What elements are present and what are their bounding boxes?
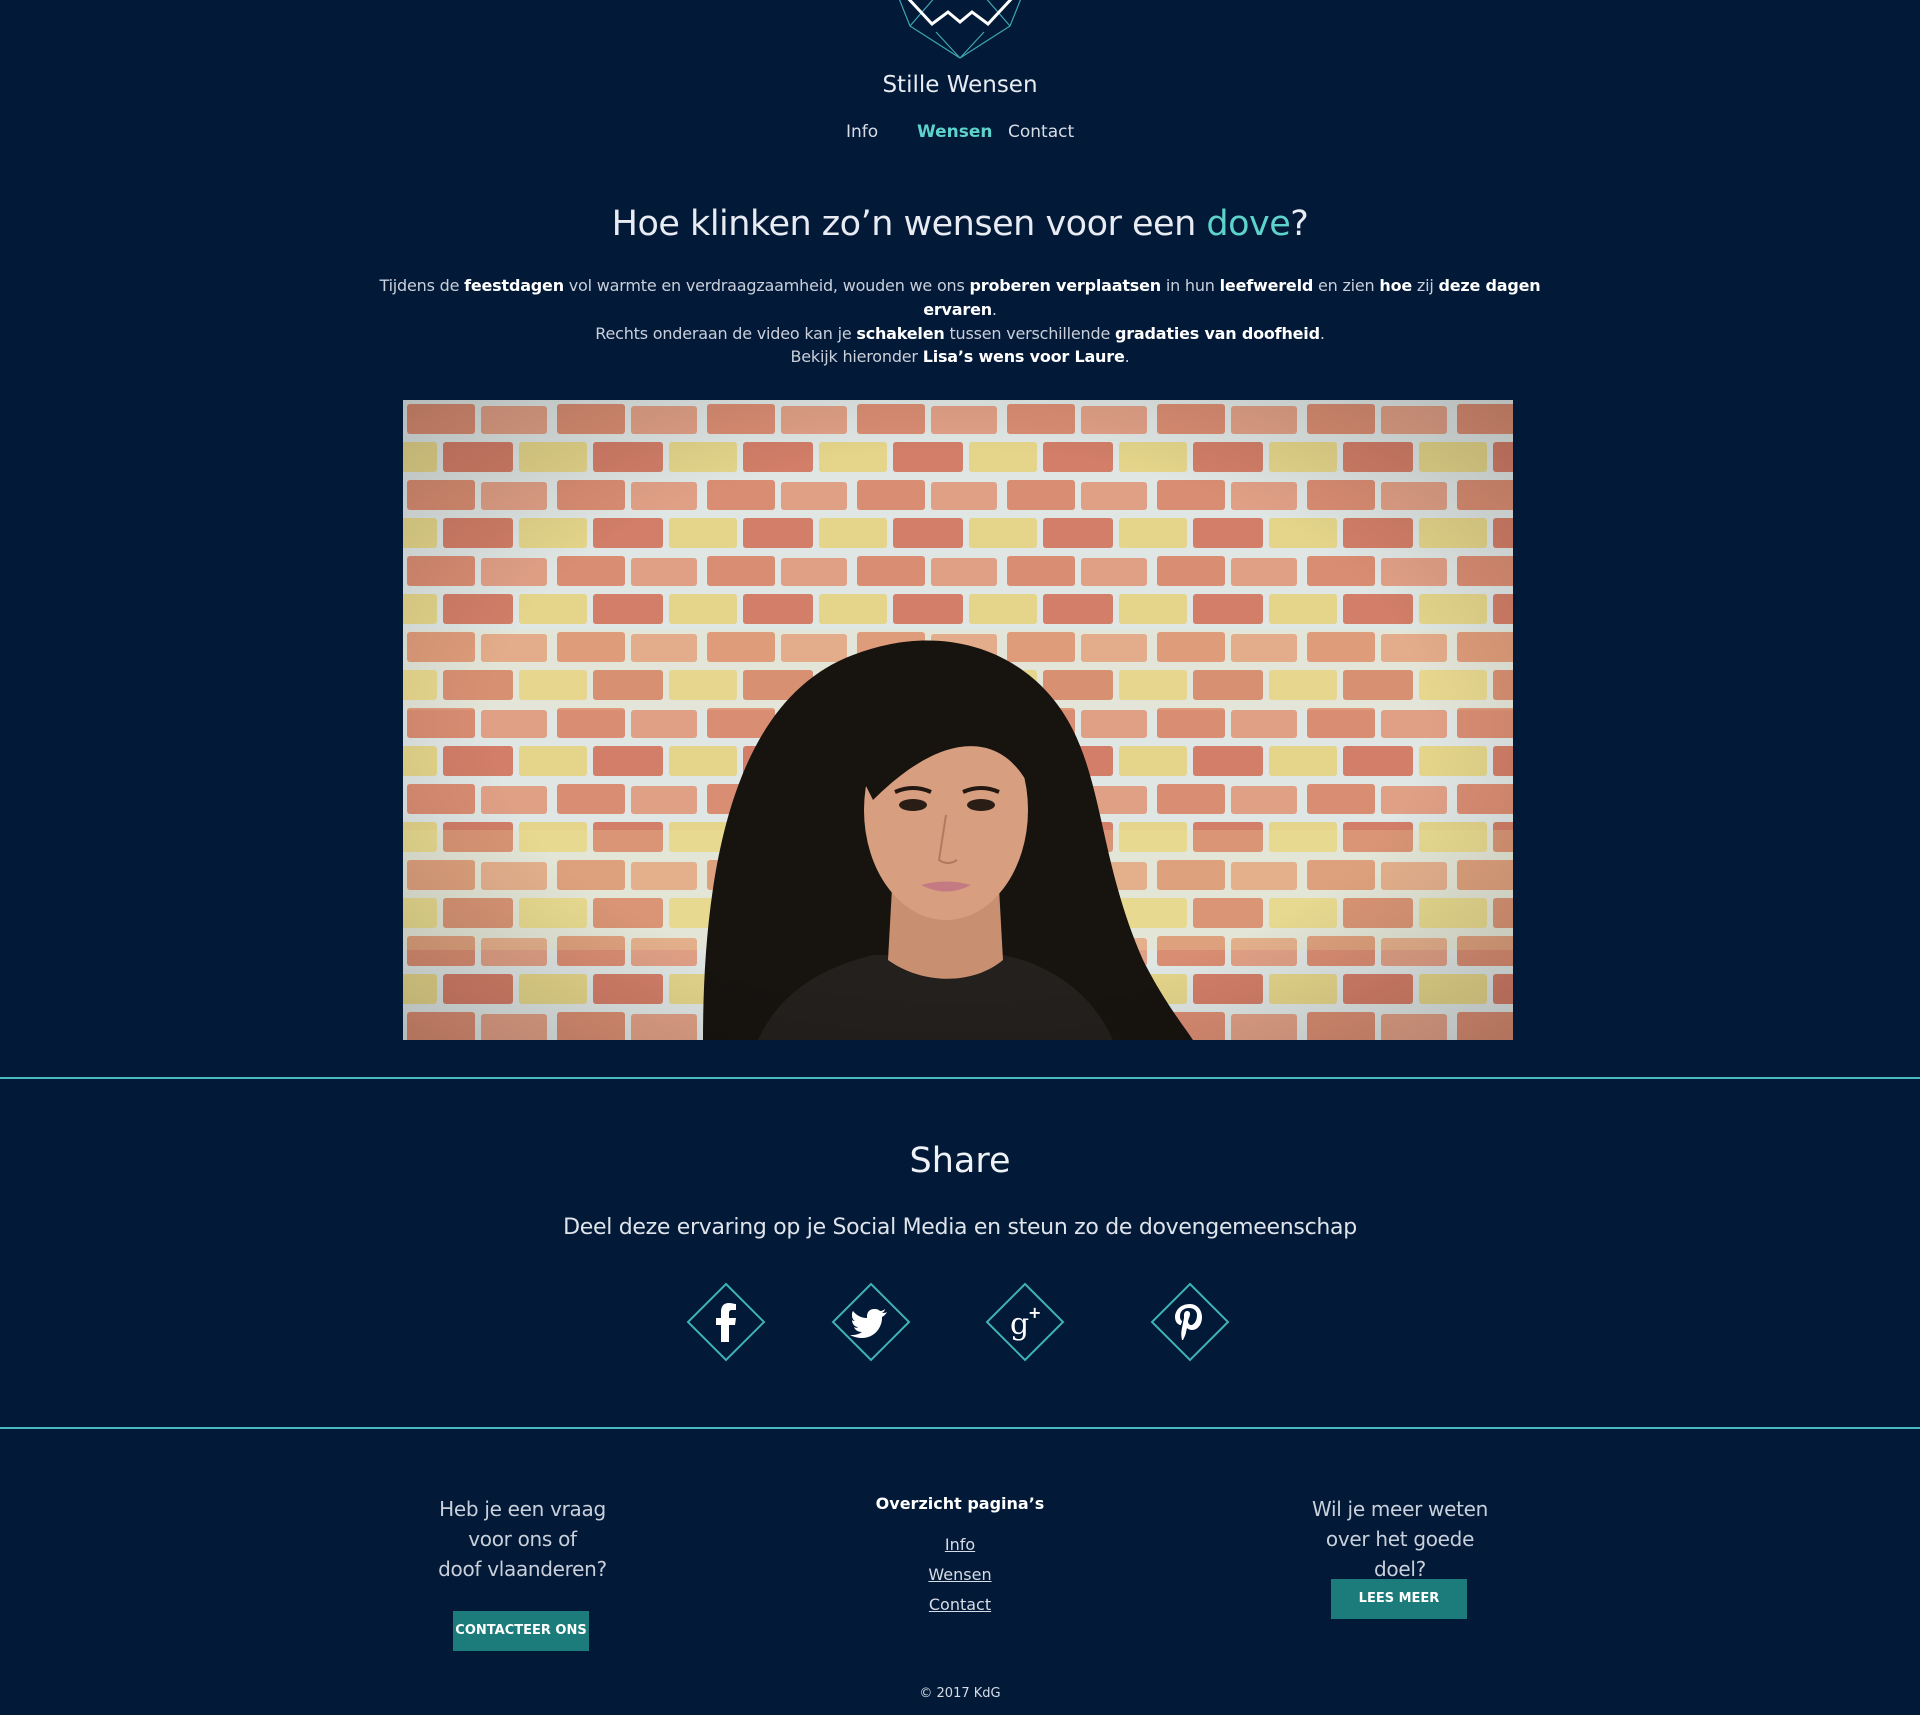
pinterest-icon bbox=[1150, 1282, 1230, 1362]
watch-bold: Lisa’s wens voor Laure bbox=[922, 347, 1125, 366]
footer-more-line: over het goede doel? bbox=[1325, 1527, 1475, 1581]
share-text: Deel deze ervaring op je Social Media en… bbox=[563, 1215, 1357, 1240]
share-google-plus-button[interactable]: g + bbox=[985, 1282, 1065, 1362]
intro-text: Rechts onderaan de video kan je bbox=[595, 324, 857, 343]
google-plus-icon: g + bbox=[985, 1282, 1065, 1362]
intro-bold: feestdagen bbox=[464, 276, 564, 295]
read-more-button[interactable]: LEES MEER bbox=[1331, 1579, 1467, 1619]
nav-contact[interactable]: Contact bbox=[1008, 122, 1074, 142]
svg-text:g: g bbox=[1010, 1307, 1029, 1342]
footer-link-label[interactable]: Contact bbox=[929, 1595, 991, 1614]
intro-text: Tijdens de bbox=[379, 276, 465, 295]
intro-text: . bbox=[1319, 324, 1325, 343]
footer-more-info: Wil je meer weten over het goede doel? bbox=[1300, 1494, 1500, 1584]
footer-link-contact[interactable]: Contact bbox=[0, 1595, 1920, 1614]
intro-text: in hun bbox=[1160, 276, 1220, 295]
footer-link-wensen[interactable]: Wensen bbox=[0, 1565, 1920, 1584]
intro-bold: schakelen bbox=[856, 324, 945, 343]
intro-text: tussen verschillende bbox=[944, 324, 1115, 343]
intro-bold: gradaties van doofheid bbox=[1114, 324, 1320, 343]
footer-link-info[interactable]: Info bbox=[0, 1535, 1920, 1554]
footer-link-label[interactable]: Info bbox=[945, 1535, 975, 1554]
page-title-suffix: ? bbox=[1290, 204, 1309, 244]
svg-text:+: + bbox=[1028, 1303, 1041, 1322]
section-divider bbox=[0, 1077, 1920, 1079]
share-title: Share bbox=[909, 1141, 1011, 1181]
page-title-highlight: dove bbox=[1206, 204, 1291, 244]
stille-wensen-logo[interactable] bbox=[896, 0, 1024, 64]
intro-bold: leefwereld bbox=[1219, 276, 1314, 295]
footer-link-label[interactable]: Wensen bbox=[928, 1565, 991, 1584]
share-pinterest-button[interactable] bbox=[1150, 1282, 1230, 1362]
intro-text: vol warmte en verdraagzaamheid, wouden w… bbox=[563, 276, 970, 295]
share-facebook-button[interactable] bbox=[686, 1282, 766, 1362]
intro-text: . bbox=[991, 300, 997, 319]
page-title-prefix: Hoe klinken zo’n wensen voor een bbox=[611, 204, 1207, 244]
watch-suffix: . bbox=[1124, 347, 1130, 366]
nav-wensen[interactable]: Wensen bbox=[917, 122, 993, 142]
intro-bold: proberen verplaatsen bbox=[969, 276, 1162, 295]
watch-prefix: Bekijk hieronder bbox=[790, 347, 923, 366]
intro-paragraph: Tijdens de feestdagen vol warmte en verd… bbox=[360, 274, 1560, 346]
twitter-icon bbox=[831, 1282, 911, 1362]
intro-bold: hoe bbox=[1379, 276, 1413, 295]
footer-overview-title: Overzicht pagina’s bbox=[875, 1494, 1045, 1513]
page-title: Hoe klinken zo’n wensen voor een dove? bbox=[0, 204, 1920, 244]
brand-name: Stille Wensen bbox=[882, 72, 1038, 98]
watch-text: Bekijk hieronder Lisa’s wens voor Laure. bbox=[0, 347, 1920, 366]
contact-button[interactable]: CONTACTEER ONS bbox=[453, 1611, 589, 1651]
facebook-icon bbox=[686, 1282, 766, 1362]
share-twitter-button[interactable] bbox=[831, 1282, 911, 1362]
video-player[interactable] bbox=[403, 400, 1513, 1040]
video-poster-image bbox=[403, 400, 1513, 1040]
footer-divider bbox=[0, 1427, 1920, 1429]
copyright: © 2017 KdG bbox=[919, 1686, 1001, 1701]
intro-text: en zien bbox=[1313, 276, 1380, 295]
intro-text: zij bbox=[1412, 276, 1439, 295]
footer-more-line: Wil je meer weten bbox=[1311, 1497, 1489, 1521]
nav-info[interactable]: Info bbox=[846, 122, 878, 142]
